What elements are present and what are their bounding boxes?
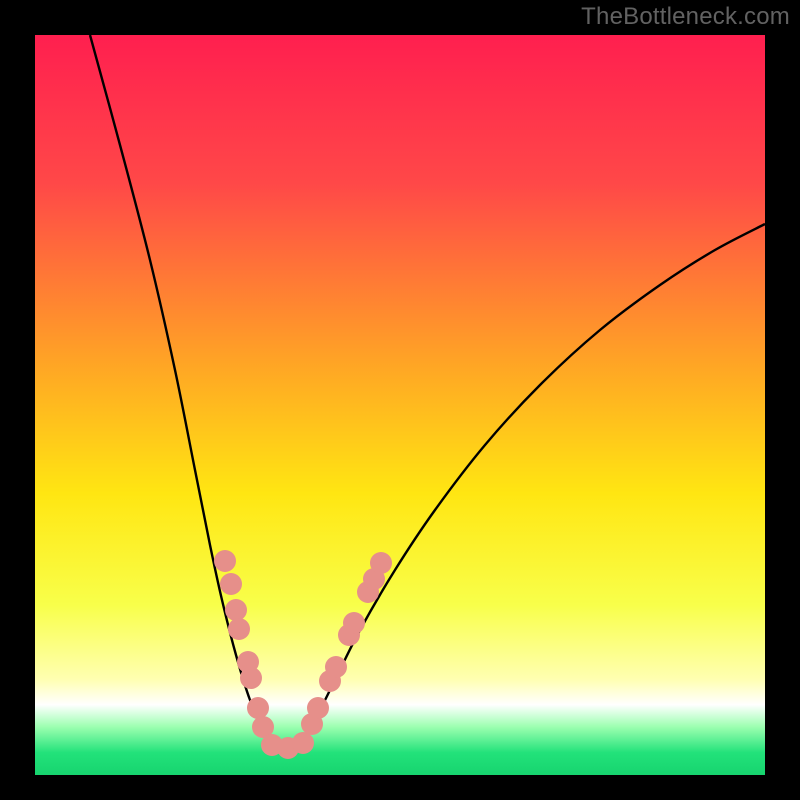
bottleneck-chart: [0, 0, 800, 800]
data-marker: [228, 618, 250, 640]
data-marker: [214, 550, 236, 572]
data-marker: [343, 612, 365, 634]
data-marker: [220, 573, 242, 595]
data-marker: [225, 599, 247, 621]
plot-background: [35, 35, 765, 775]
data-marker: [292, 732, 314, 754]
data-marker: [240, 667, 262, 689]
data-marker: [307, 697, 329, 719]
watermark-text: TheBottleneck.com: [581, 3, 790, 31]
figure-frame: TheBottleneck.com: [0, 0, 800, 800]
data-marker: [370, 552, 392, 574]
data-marker: [247, 697, 269, 719]
data-marker: [325, 656, 347, 678]
